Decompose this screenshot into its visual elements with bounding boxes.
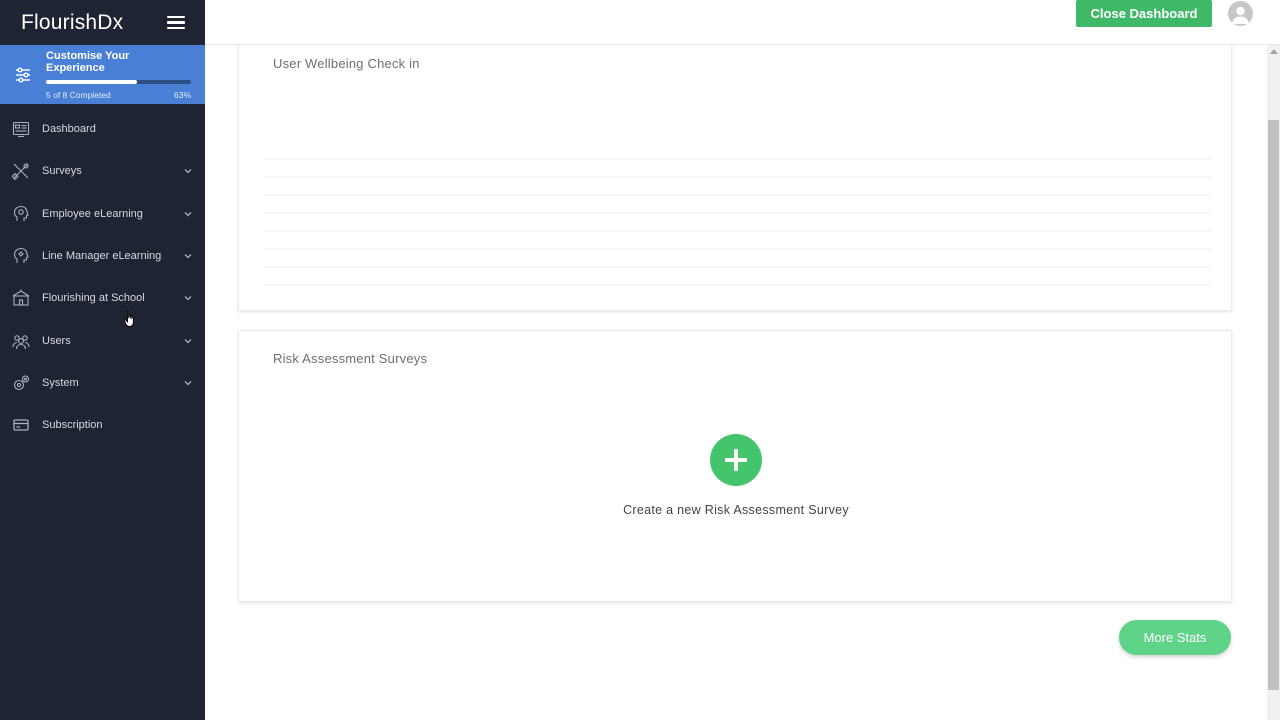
school-icon [12,289,30,306]
sliders-icon [16,67,30,82]
create-risk-survey-label[interactable]: Create a new Risk Assessment Survey [239,503,1233,517]
scrollbar-thumb[interactable] [1268,120,1279,690]
main-content: User Wellbeing Check in 19 …20 Oct21 Oct… [205,45,1267,720]
chevron-down-icon [184,338,192,344]
sidebar-item-label: Employee eLearning [42,207,143,220]
risk-card-title: Risk Assessment Surveys [273,351,428,366]
manager-learning-icon [13,247,29,264]
sidebar-item-label: Dashboard [42,123,96,136]
chevron-down-icon [184,211,192,217]
brand-bar: FlourishDx [0,0,205,45]
customise-percent: 63% [173,89,191,100]
sidebar: FlourishDx Customise Your Experience 5 o… [0,0,205,720]
sidebar-item-label: Subscription [42,419,103,432]
customise-experience-panel[interactable]: Customise Your Experience 5 of 8 Complet… [0,45,205,104]
sidebar-item-dashboard[interactable]: Dashboard [0,108,205,150]
sidebar-item-surveys[interactable]: Surveys [0,150,205,192]
card-icon [13,419,29,431]
add-risk-survey-button[interactable] [710,434,762,486]
surveys-icon [12,163,29,181]
wellbeing-chart: 19 …20 Oct21 Oct22 Oct23 Oct24 Oct25 Oct… [263,158,1211,286]
sidebar-item-line-manager-elearning[interactable]: Line Manager eLearning [0,235,205,277]
more-stats-button[interactable]: More Stats [1119,620,1231,655]
brand-logo[interactable]: FlourishDx [21,11,123,35]
sidebar-item-label: Line Manager eLearning [42,250,162,263]
close-dashboard-button[interactable]: Close Dashboard [1076,0,1212,27]
chevron-down-icon [184,380,192,386]
sidebar-item-employee-elearning[interactable]: Employee eLearning [0,193,205,235]
user-avatar-icon[interactable] [1228,1,1253,26]
users-icon [12,334,30,349]
customise-progress-bar [46,79,191,84]
customise-progress-text: 5 of 8 Completed [46,89,111,100]
system-icon [13,375,30,390]
chevron-down-icon [184,169,192,174]
sidebar-item-users[interactable]: Users [0,319,205,361]
customise-title: Customise Your Experience [46,49,130,74]
chevron-down-icon [184,254,192,259]
customise-progress-fill [46,79,138,84]
top-bar: Close Dashboard [205,0,1280,45]
dashboard-icon [12,122,30,138]
wellbeing-checkin-card: User Wellbeing Check in 19 …20 Oct21 Oct… [238,45,1232,311]
hamburger-menu-icon[interactable] [167,15,185,30]
sidebar-nav: Dashboard Surveys Employee eLearning Lin… [0,104,205,446]
sidebar-item-system[interactable]: System [0,362,205,404]
sidebar-item-label: Flourishing at School [42,292,145,305]
sidebar-item-label: Users [42,334,71,347]
employee-learning-icon [13,205,29,221]
sidebar-item-label: Surveys [42,165,82,178]
chevron-down-icon [184,296,192,301]
plus-icon [725,449,747,471]
scroll-up-arrow-icon[interactable] [1270,49,1278,54]
sidebar-item-flourishing-at-school[interactable]: Flourishing at School [0,277,205,319]
page-scrollbar[interactable] [1267,45,1280,720]
sidebar-item-subscription[interactable]: Subscription [0,404,205,446]
sidebar-item-label: System [42,376,79,389]
risk-assessment-card: Risk Assessment Surveys Create a new Ris… [238,330,1232,602]
mouse-hand-cursor-icon [124,310,134,327]
